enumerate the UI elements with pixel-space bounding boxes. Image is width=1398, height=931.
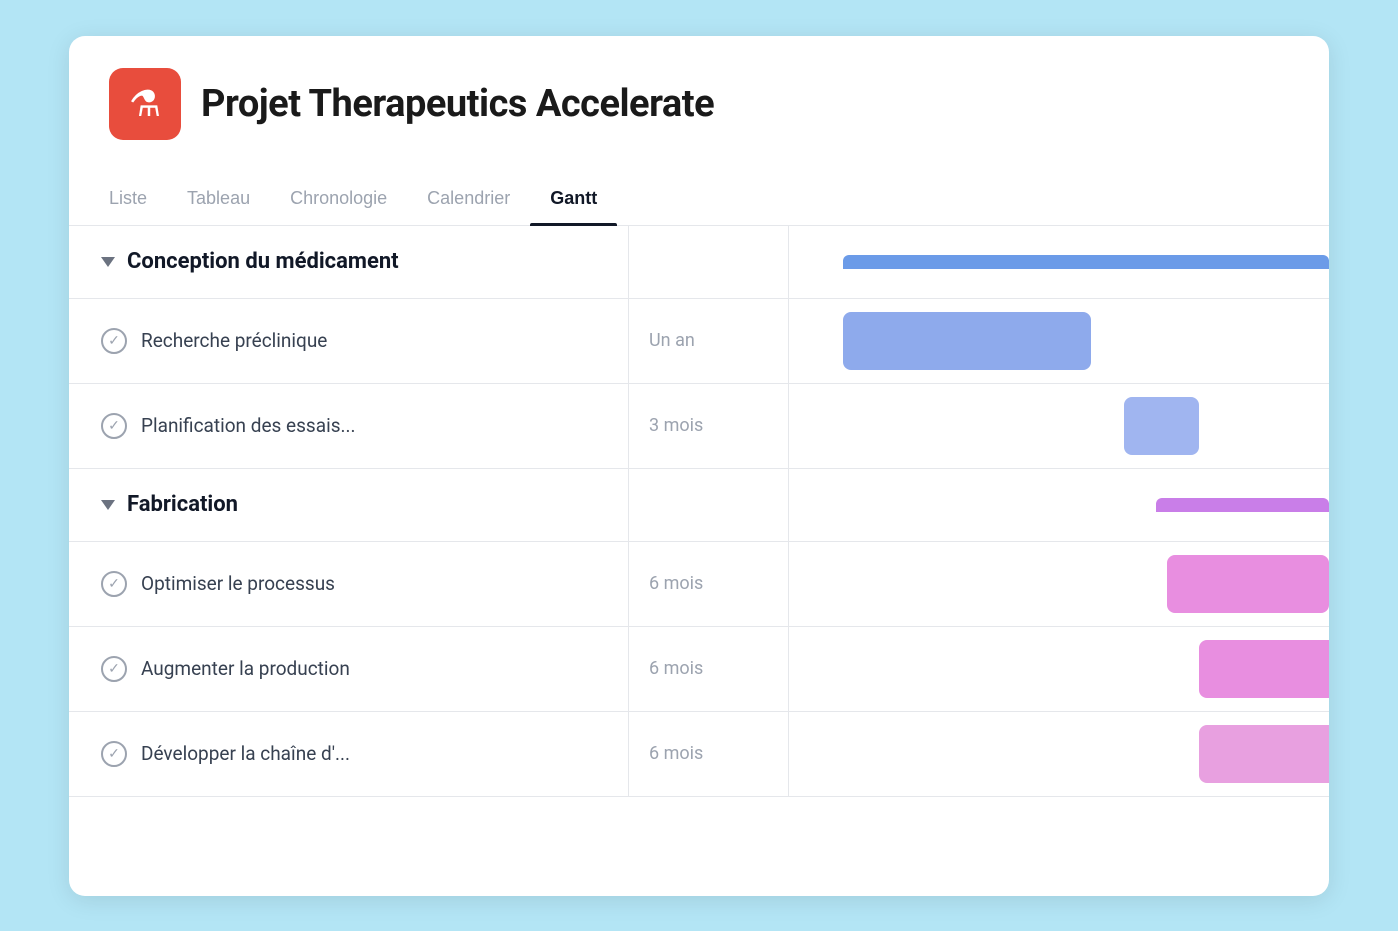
group-row-conception: Conception du médicament bbox=[69, 226, 1329, 299]
task-chart-recherche bbox=[789, 299, 1329, 383]
task-chart-augmenter bbox=[789, 627, 1329, 711]
group-label-conception: Conception du médicament bbox=[69, 226, 629, 298]
task-label-augmenter: ✓ Augmenter la production bbox=[69, 627, 629, 711]
task-duration-recherche: Un an bbox=[629, 299, 789, 383]
group-duration-fabrication bbox=[629, 469, 789, 541]
project-title: Projet Therapeutics Accelerate bbox=[201, 82, 714, 126]
header: ⚗ Projet Therapeutics Accelerate bbox=[69, 36, 1329, 140]
chevron-down-icon bbox=[101, 257, 115, 267]
tabs-nav: Liste Tableau Chronologie Calendrier Gan… bbox=[69, 156, 1329, 226]
group-row-fabrication: Fabrication bbox=[69, 469, 1329, 542]
task-duration-optimiser: 6 mois bbox=[629, 542, 789, 626]
task-duration-developper: 6 mois bbox=[629, 712, 789, 796]
gantt-container: Conception du médicament ✓ Recherche pré… bbox=[69, 226, 1329, 797]
task-label-planification: ✓ Planification des essais... bbox=[69, 384, 629, 468]
main-card: ⚗ Projet Therapeutics Accelerate Liste T… bbox=[69, 36, 1329, 896]
chevron-down-icon-2 bbox=[101, 500, 115, 510]
group-chart-conception bbox=[789, 226, 1329, 298]
tab-gantt[interactable]: Gantt bbox=[530, 180, 617, 225]
flask-icon: ⚗ bbox=[129, 86, 161, 122]
project-logo: ⚗ bbox=[109, 68, 181, 140]
task-row-augmenter: ✓ Augmenter la production 6 mois bbox=[69, 627, 1329, 712]
task-label-recherche: ✓ Recherche préclinique bbox=[69, 299, 629, 383]
tab-tableau[interactable]: Tableau bbox=[167, 180, 270, 225]
tab-liste[interactable]: Liste bbox=[109, 180, 167, 225]
tab-calendrier[interactable]: Calendrier bbox=[407, 180, 530, 225]
task-chart-optimiser bbox=[789, 542, 1329, 626]
group-duration-conception bbox=[629, 226, 789, 298]
task-label-optimiser: ✓ Optimiser le processus bbox=[69, 542, 629, 626]
task-chart-developper bbox=[789, 712, 1329, 796]
task-row-developper: ✓ Développer la chaîne d'... 6 mois bbox=[69, 712, 1329, 797]
group-chart-fabrication bbox=[789, 469, 1329, 541]
task-check-icon-2: ✓ bbox=[101, 413, 127, 439]
tab-chronologie[interactable]: Chronologie bbox=[270, 180, 407, 225]
task-row-optimiser: ✓ Optimiser le processus 6 mois bbox=[69, 542, 1329, 627]
task-check-icon-4: ✓ bbox=[101, 656, 127, 682]
task-check-icon-5: ✓ bbox=[101, 741, 127, 767]
task-row-recherche: ✓ Recherche préclinique Un an bbox=[69, 299, 1329, 384]
task-duration-augmenter: 6 mois bbox=[629, 627, 789, 711]
task-label-developper: ✓ Développer la chaîne d'... bbox=[69, 712, 629, 796]
task-duration-planification: 3 mois bbox=[629, 384, 789, 468]
task-check-icon-3: ✓ bbox=[101, 571, 127, 597]
task-check-icon: ✓ bbox=[101, 328, 127, 354]
task-chart-planification bbox=[789, 384, 1329, 468]
task-row-planification: ✓ Planification des essais... 3 mois bbox=[69, 384, 1329, 469]
group-label-fabrication: Fabrication bbox=[69, 469, 629, 541]
